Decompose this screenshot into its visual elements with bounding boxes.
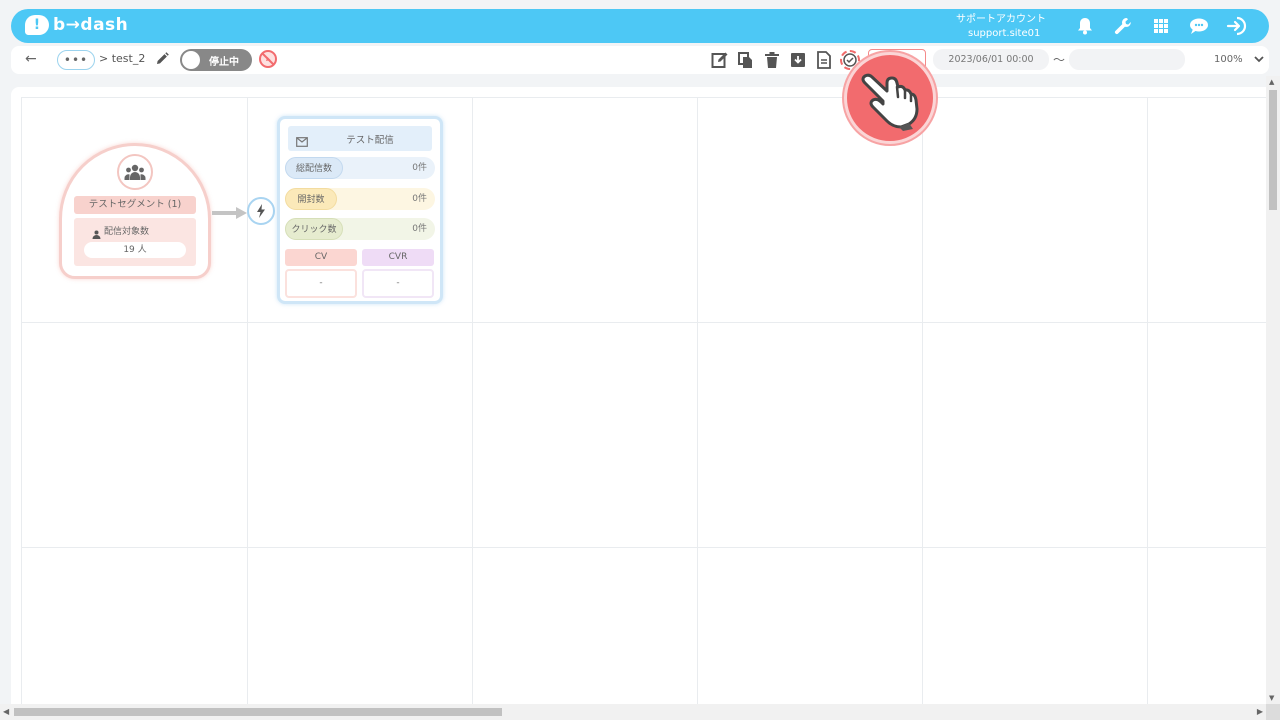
metric-value: 0件 bbox=[412, 163, 427, 173]
segment-target: 配信対象数 19 人 bbox=[74, 218, 196, 266]
segment-node[interactable]: テストセグメント (1) 配信対象数 19 人 bbox=[59, 143, 211, 279]
logo-text: b→dash bbox=[53, 15, 129, 35]
wrench-icon[interactable] bbox=[1111, 15, 1135, 37]
person-icon bbox=[92, 224, 101, 243]
metric-row: クリック数 0件 bbox=[285, 218, 435, 240]
app-header: ! b→dash サポートアカウント support.site01 bbox=[11, 9, 1269, 43]
account-info[interactable]: サポートアカウント support.site01 bbox=[956, 13, 1046, 41]
scenario-canvas[interactable]: テストセグメント (1) 配信対象数 19 人 テスト配信 総配信数 0件 開封… bbox=[11, 87, 1266, 704]
cvr-value: - bbox=[362, 269, 434, 298]
grid-line bbox=[21, 97, 1266, 98]
back-arrow-icon[interactable]: ← bbox=[25, 51, 37, 67]
metric-row: 総配信数 0件 bbox=[285, 157, 435, 179]
account-site: support.site01 bbox=[968, 28, 1041, 39]
copy-icon[interactable] bbox=[736, 50, 756, 70]
metric-label: クリック数 bbox=[285, 218, 343, 240]
prohibited-icon[interactable] bbox=[258, 49, 278, 69]
metric-value: 0件 bbox=[412, 224, 427, 234]
edit-icon[interactable] bbox=[710, 50, 730, 70]
lightning-icon[interactable] bbox=[247, 197, 275, 225]
horizontal-scrollbar[interactable]: ◀ ▶ bbox=[0, 704, 1266, 720]
bell-icon[interactable] bbox=[1073, 15, 1097, 37]
chevron-down-icon bbox=[1253, 53, 1265, 68]
pencil-icon[interactable] bbox=[155, 51, 169, 70]
metric-value: 0件 bbox=[412, 194, 427, 204]
scenario-toolbar: ← ••• > test_2 停止中 2023/06/01 00:00 〜 10… bbox=[11, 46, 1269, 74]
metric-label: 開封数 bbox=[285, 188, 337, 210]
grid-line bbox=[1147, 97, 1148, 704]
scrollbar-thumb[interactable] bbox=[1269, 90, 1277, 210]
scroll-right-icon[interactable]: ▶ bbox=[1257, 707, 1263, 716]
grid-line bbox=[247, 97, 248, 704]
trash-icon[interactable] bbox=[762, 50, 782, 70]
toggle-knob bbox=[182, 51, 200, 69]
grid-line bbox=[21, 547, 1266, 548]
more-button[interactable]: ••• bbox=[57, 50, 95, 70]
cv-header: CV bbox=[285, 249, 357, 266]
grid-line bbox=[21, 322, 1266, 323]
grid-line bbox=[697, 97, 698, 704]
end-date-input[interactable] bbox=[1069, 49, 1185, 70]
zoom-value: 100% bbox=[1214, 54, 1243, 65]
logo-mark: ! bbox=[25, 15, 49, 35]
scroll-up-icon[interactable]: ▲ bbox=[1269, 78, 1274, 86]
target-label: 配信対象数 bbox=[104, 227, 150, 237]
zoom-select[interactable]: 100% bbox=[1192, 49, 1268, 70]
grid-apps-icon[interactable] bbox=[1149, 15, 1173, 37]
mail-node-header: テスト配信 bbox=[288, 126, 432, 151]
vertical-scrollbar[interactable]: ▲ ▼ bbox=[1266, 76, 1280, 704]
cv-value: - bbox=[285, 269, 357, 298]
scrollbar-thumb[interactable] bbox=[14, 708, 502, 716]
document-icon[interactable] bbox=[814, 50, 834, 70]
archive-icon[interactable] bbox=[788, 50, 808, 70]
segment-title: テストセグメント (1) bbox=[74, 196, 196, 214]
target-count: 19 人 bbox=[84, 242, 186, 258]
grid-line bbox=[922, 97, 923, 704]
logout-icon[interactable] bbox=[1225, 15, 1249, 37]
start-date-input[interactable]: 2023/06/01 00:00 bbox=[933, 49, 1049, 70]
grid-line bbox=[21, 97, 22, 704]
account-name: サポートアカウント bbox=[956, 14, 1046, 25]
grid-line bbox=[472, 97, 473, 704]
chat-icon[interactable] bbox=[1187, 15, 1211, 37]
mail-node-title: テスト配信 bbox=[346, 135, 394, 146]
flow-arrow-icon bbox=[212, 205, 248, 224]
logo[interactable]: ! b→dash bbox=[25, 15, 128, 35]
toggle-label: 停止中 bbox=[209, 57, 239, 68]
scroll-left-icon[interactable]: ◀ bbox=[3, 707, 9, 716]
status-toggle[interactable]: 停止中 bbox=[180, 49, 252, 71]
breadcrumb: > test_2 bbox=[99, 52, 146, 65]
metric-label: 総配信数 bbox=[285, 157, 343, 179]
cvr-header: CVR bbox=[362, 249, 434, 266]
mail-node[interactable]: テスト配信 総配信数 0件 開封数 0件 クリック数 0件 CV CVR - - bbox=[277, 116, 443, 304]
date-separator: 〜 bbox=[1053, 53, 1066, 67]
hand-pointer-icon bbox=[844, 52, 936, 144]
scrollbar-corner bbox=[1266, 704, 1280, 720]
group-icon bbox=[117, 154, 153, 190]
metric-row: 開封数 0件 bbox=[285, 188, 435, 210]
scroll-down-icon[interactable]: ▼ bbox=[1269, 694, 1274, 702]
